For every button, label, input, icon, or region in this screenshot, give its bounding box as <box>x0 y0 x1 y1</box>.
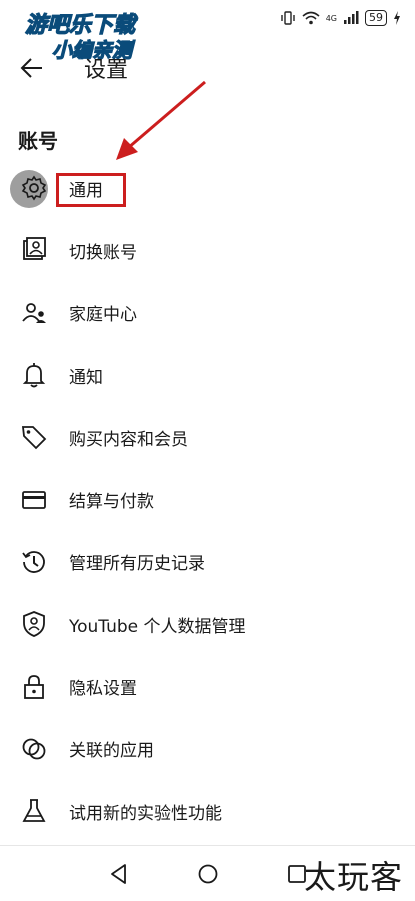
menu-item-label: 试用新的实验性功能 <box>69 803 222 824</box>
signal-label: 4G <box>325 13 337 23</box>
settings-list: 通用 切换账号 家庭中心 通知 购买内容和会员 结算与付款 管理所有历史记录 Y… <box>0 157 415 842</box>
header: 设置 <box>0 40 415 100</box>
charging-icon <box>394 11 400 25</box>
menu-item-privacy[interactable]: 隐私设置 <box>0 655 415 717</box>
switch-account-icon <box>23 237 46 261</box>
triangle-back-icon[interactable] <box>105 860 133 888</box>
credit-card-icon <box>22 490 46 509</box>
menu-item-purchases[interactable]: 购买内容和会员 <box>0 406 415 468</box>
menu-item-connected-apps[interactable]: 关联的应用 <box>0 718 415 780</box>
arrow-left-icon[interactable] <box>18 54 46 82</box>
wifi-icon <box>302 11 320 25</box>
lock-icon <box>24 674 44 699</box>
brand-watermark: 太玩客 <box>303 858 403 896</box>
menu-item-experimental[interactable]: 试用新的实验性功能 <box>0 780 415 842</box>
menu-item-label: 隐私设置 <box>69 679 137 700</box>
tag-icon <box>21 426 47 450</box>
family-icon <box>22 302 46 323</box>
flask-icon <box>22 799 46 823</box>
menu-item-label: 关联的应用 <box>69 741 154 762</box>
menu-item-switch-account[interactable]: 切换账号 <box>0 219 415 281</box>
shield-person-icon <box>23 611 45 638</box>
menu-item-label: 切换账号 <box>69 242 137 263</box>
menu-item-label: 通知 <box>69 367 103 388</box>
bell-icon <box>22 363 46 388</box>
signal-icon <box>344 11 359 24</box>
history-icon <box>22 551 45 573</box>
menu-item-notifications[interactable]: 通知 <box>0 344 415 406</box>
circle-home-icon[interactable] <box>194 860 222 888</box>
menu-item-label: 家庭中心 <box>69 305 137 326</box>
battery-indicator: 59 <box>365 10 387 26</box>
status-icons: 4G 59 <box>280 10 401 26</box>
vibrate-icon <box>281 11 295 25</box>
gear-icon <box>21 175 47 201</box>
menu-item-history[interactable]: 管理所有历史记录 <box>0 531 415 593</box>
menu-item-general[interactable]: 通用 <box>0 157 415 219</box>
menu-item-family-center[interactable]: 家庭中心 <box>0 282 415 344</box>
svg-text:游吧乐下载: 游吧乐下载 <box>25 13 138 38</box>
menu-item-billing[interactable]: 结算与付款 <box>0 468 415 530</box>
menu-item-label: YouTube 个人数据管理 <box>69 616 246 637</box>
menu-item-data-management[interactable]: YouTube 个人数据管理 <box>0 593 415 655</box>
page-title: 设置 <box>84 58 129 83</box>
linked-circles-icon <box>22 738 46 760</box>
menu-item-label: 购买内容和会员 <box>69 429 188 450</box>
menu-item-label: 通用 <box>69 180 103 201</box>
section-title-account: 账号 <box>18 129 58 153</box>
menu-item-label: 结算与付款 <box>69 492 154 513</box>
status-bar: 游吧乐下载 小编亲测 4G 59 <box>0 0 415 63</box>
menu-item-label: 管理所有历史记录 <box>69 554 205 575</box>
